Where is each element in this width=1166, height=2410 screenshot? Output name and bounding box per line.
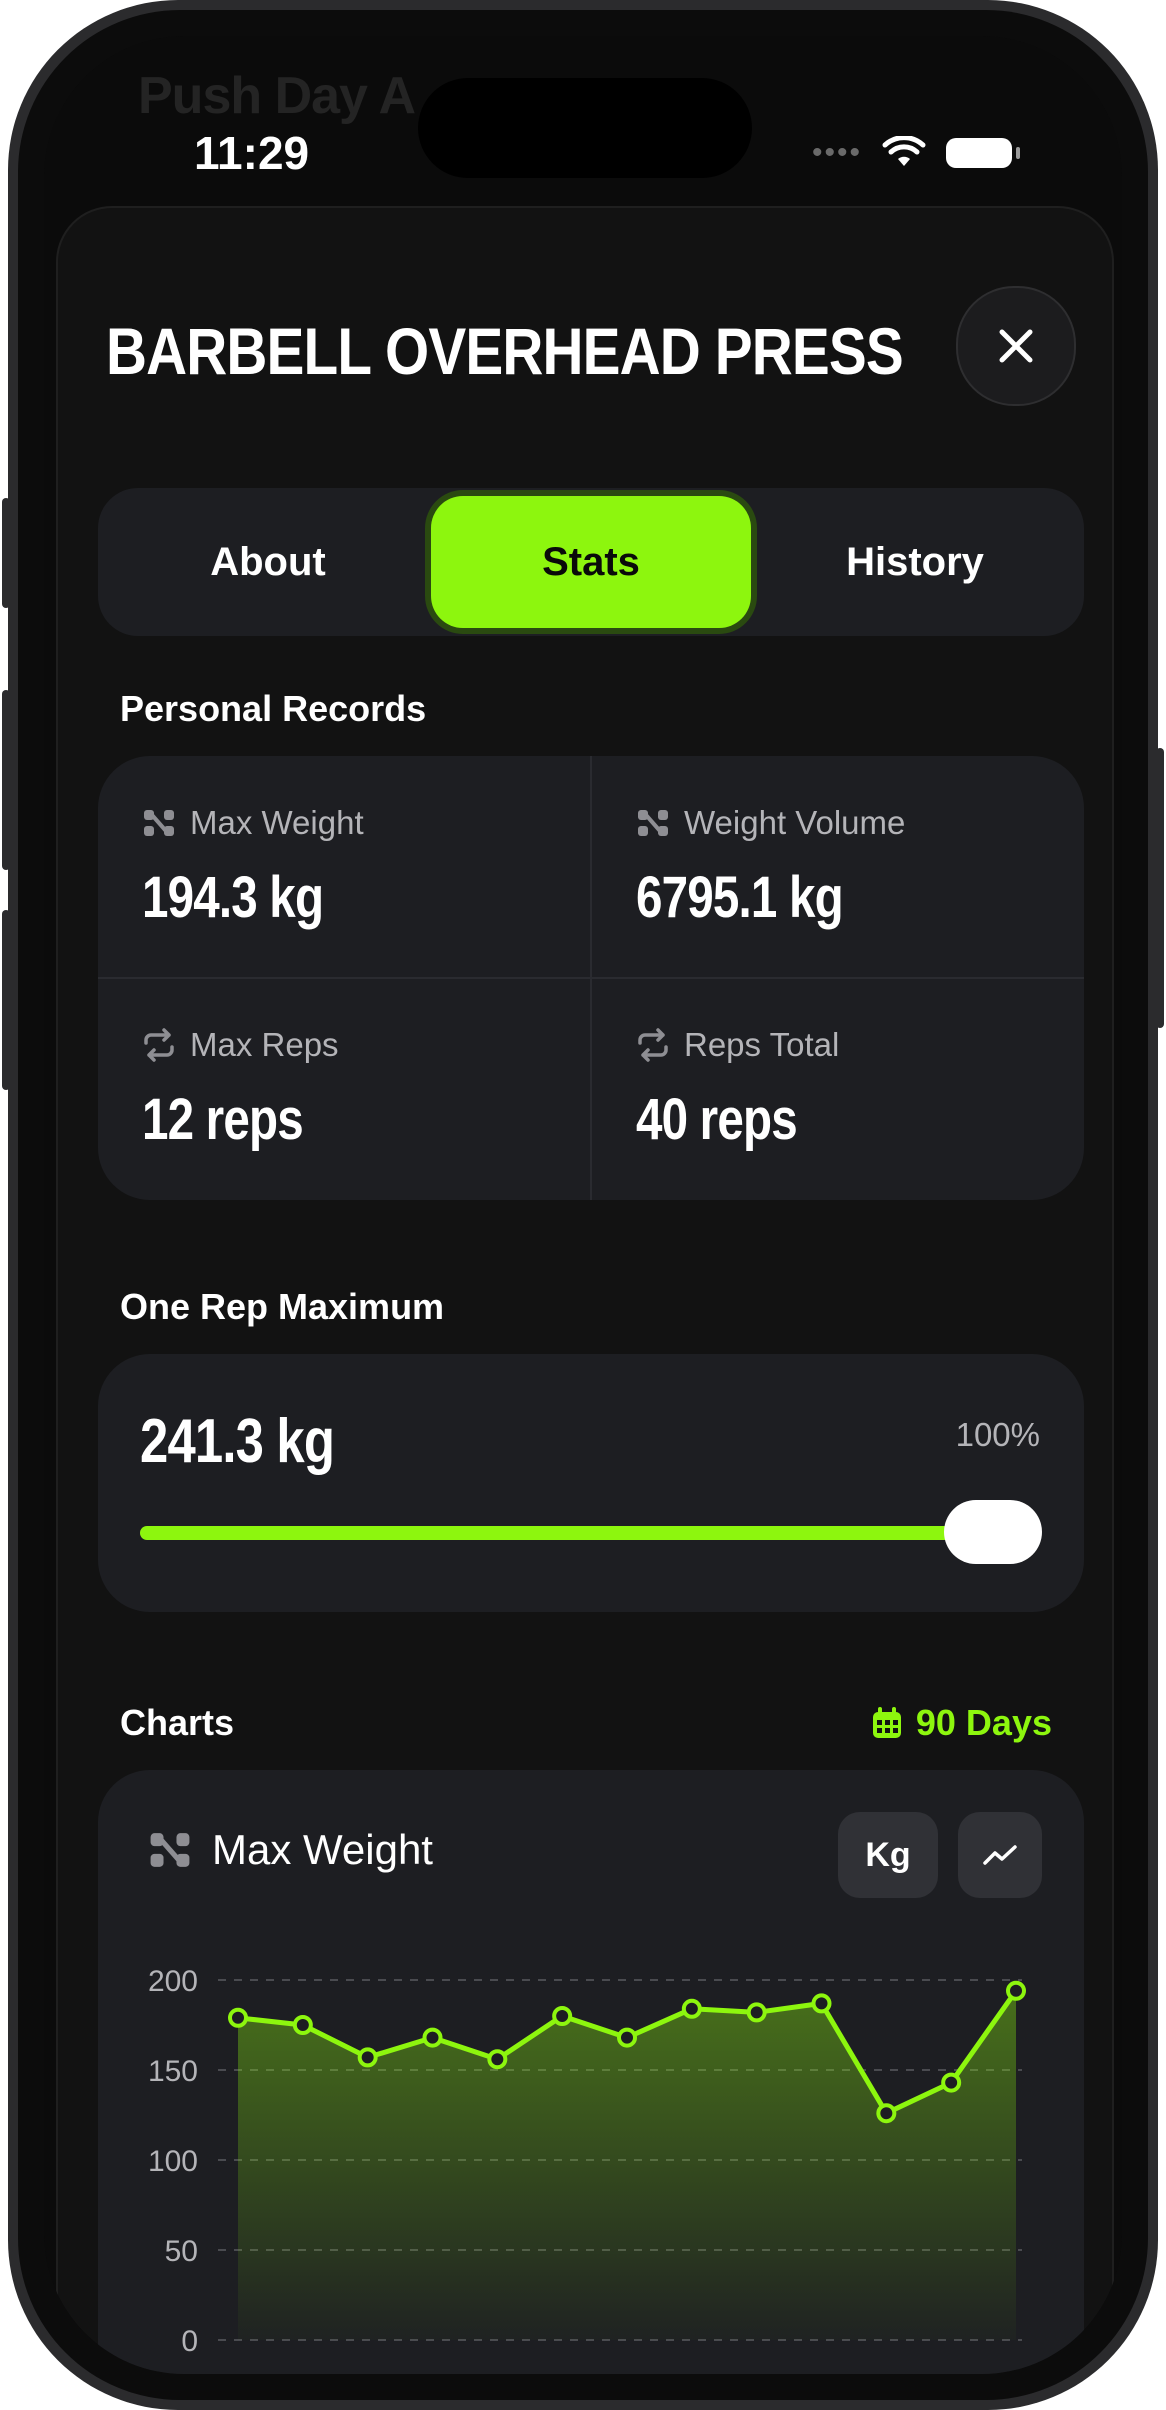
one-rep-max-slider-track[interactable] — [140, 1526, 1040, 1540]
max-weight-chart: 0 50 100 150 200 — [148, 1965, 1026, 2358]
pr-reps-total: Reps Total 40 reps — [592, 978, 1084, 1200]
background-workout-title: Push Day A — [138, 67, 416, 125]
exercise-title: BARBELL OVERHEAD PRESS — [106, 314, 904, 388]
close-button[interactable] — [956, 286, 1076, 406]
dumbbell-icon — [150, 1833, 190, 1867]
data-point[interactable] — [617, 2027, 637, 2048]
status-time: 11:29 — [194, 127, 310, 179]
data-point[interactable] — [357, 2047, 378, 2068]
screen: Push Day A 11:29 •••• BARBELL OVERHEAD P… — [44, 36, 1122, 2374]
y-tick-label: 150 — [148, 2055, 198, 2088]
date-range-button[interactable]: 90 Days — [870, 1702, 1052, 1744]
pr-label-text: Reps Total — [684, 1026, 840, 1063]
tab-about[interactable]: About — [108, 488, 428, 636]
one-rep-max-value: 241.3 kg — [140, 1407, 335, 1476]
charts-heading: Charts — [120, 1702, 235, 1743]
pr-label-text: Max Weight — [190, 804, 364, 841]
tab-stats[interactable]: Stats — [431, 496, 751, 628]
data-point[interactable] — [681, 1998, 702, 2019]
one-rep-max-percent: 100% — [955, 1416, 1040, 1453]
data-point[interactable] — [552, 2006, 573, 2026]
pr-max-reps: Max Reps 12 reps — [98, 978, 590, 1200]
y-tick-label: 0 — [181, 2325, 198, 2358]
pr-value: 194.3 kg — [142, 865, 324, 930]
pr-max-weight: Max Weight 194.3 kg — [98, 756, 590, 978]
chart-title-text: Max Weight — [212, 1826, 433, 1873]
personal-records-card: Max Weight 194.3 kg Weight Volume 6795.1… — [98, 756, 1084, 1200]
pr-weight-volume: Weight Volume 6795.1 kg — [592, 756, 1084, 978]
data-point[interactable] — [941, 2072, 962, 2093]
one-rep-max-slider-thumb[interactable] — [944, 1500, 1042, 1564]
pr-value: 12 reps — [142, 1087, 304, 1152]
pr-value: 40 reps — [636, 1087, 798, 1152]
data-point[interactable] — [876, 2103, 897, 2124]
data-point[interactable] — [422, 2027, 443, 2048]
pr-label: Reps Total — [636, 1026, 839, 1064]
status-icons: •••• — [811, 136, 1020, 170]
pr-label-text: Weight Volume — [684, 804, 906, 841]
data-point[interactable] — [746, 2002, 767, 2023]
pr-label: Max Weight — [142, 804, 364, 842]
data-point[interactable] — [228, 2007, 248, 2028]
pr-label: Max Reps — [142, 1026, 339, 1064]
one-rep-max-heading: One Rep Maximum — [120, 1286, 445, 1327]
one-rep-max-card: 241.3 kg 100% — [98, 1354, 1084, 1612]
y-tick-label: 100 — [148, 2145, 198, 2178]
y-tick-label: 200 — [148, 1965, 198, 1998]
max-weight-chart-card: Max Weight Kg 0 50 100 150 200 — [98, 1770, 1084, 2374]
tab-history[interactable]: History — [755, 488, 1075, 636]
data-point[interactable] — [487, 2049, 508, 2070]
exercise-sheet: BARBELL OVERHEAD PRESS About Stats Histo… — [56, 206, 1114, 2374]
date-range-label: 90 Days — [915, 1702, 1052, 1743]
calendar-icon — [872, 1707, 901, 1738]
dumbbell-icon — [144, 810, 174, 836]
trend-line-icon — [983, 1845, 1017, 1865]
tab-bar: About Stats History — [98, 488, 1084, 636]
y-tick-label: 50 — [165, 2235, 198, 2268]
repeat-icon — [638, 1028, 668, 1062]
data-point[interactable] — [292, 2015, 313, 2035]
wifi-icon — [882, 136, 926, 166]
close-icon — [999, 329, 1033, 363]
dynamic-island — [418, 78, 752, 178]
chart-title: Max Weight — [148, 1826, 433, 1874]
chart-type-button[interactable] — [958, 1812, 1042, 1898]
unit-toggle-button[interactable]: Kg — [838, 1812, 938, 1898]
pr-label: Weight Volume — [636, 804, 905, 842]
data-point[interactable] — [1006, 1980, 1026, 2001]
repeat-icon — [144, 1028, 174, 1062]
pr-value: 6795.1 kg — [636, 865, 844, 930]
dumbbell-icon — [638, 810, 668, 836]
battery-icon — [946, 138, 1020, 168]
signal-dots-icon: •••• — [811, 136, 862, 169]
personal-records-heading: Personal Records — [120, 688, 427, 729]
data-point[interactable] — [811, 1993, 832, 2014]
pr-label-text: Max Reps — [190, 1026, 339, 1063]
phone-device: Push Day A 11:29 •••• BARBELL OVERHEAD P… — [2, 0, 1164, 2410]
